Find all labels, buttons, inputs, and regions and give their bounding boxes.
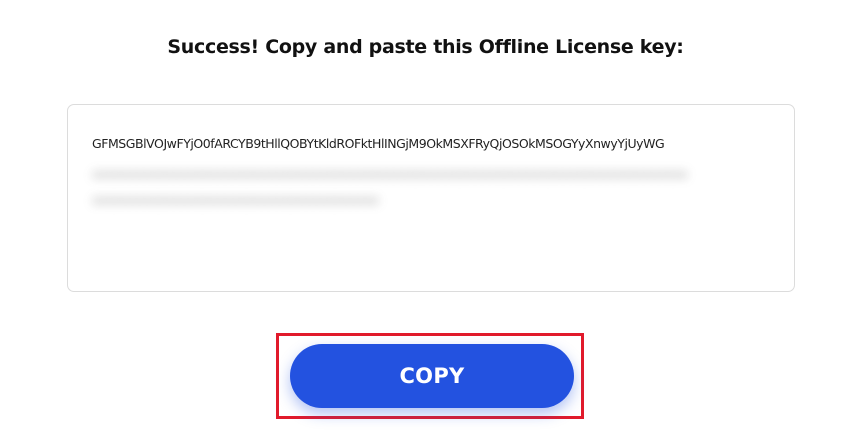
license-key-obscured-line: aaaaaaaaaaaaaaaaaaaaaaaaaaaaaaaaaaaaaaa — [92, 193, 379, 207]
license-page: Success! Copy and paste this Offline Lic… — [0, 0, 851, 444]
page-title: Success! Copy and paste this Offline Lic… — [167, 36, 684, 58]
license-key-box[interactable]: GFMSGBlVOJwFYjO0fARCYB9tHllQOBYtKldROFkt… — [67, 104, 795, 292]
license-key-obscured-line: aaaaaaaaaaaaaaaaaaaaaaaaaaaaaaaaaaaaaaaa… — [92, 167, 688, 181]
copy-button[interactable]: COPY — [290, 344, 574, 408]
license-key-text[interactable]: GFMSGBlVOJwFYjO0fARCYB9tHllQOBYtKldROFkt… — [92, 136, 782, 151]
